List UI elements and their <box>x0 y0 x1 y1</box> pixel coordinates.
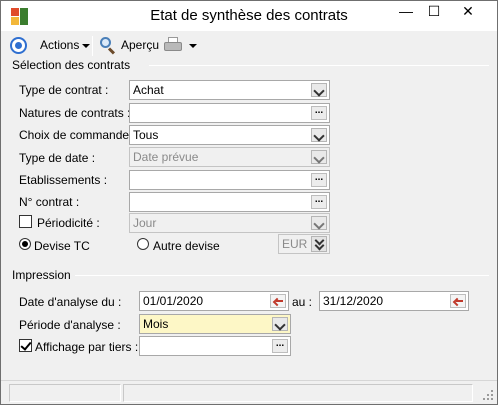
ellipsis-icon[interactable]: ... <box>311 195 327 209</box>
numero-contrat-field[interactable]: ... <box>129 192 330 212</box>
type-contrat-label: Type de contrat : <box>19 83 109 97</box>
report-window: Etat de synthèse des contrats — ☐ ✕ Acti… <box>0 0 498 405</box>
currency-value: EUR <box>282 237 308 251</box>
maximize-button[interactable]: ☐ <box>419 1 449 23</box>
type-date-label: Type de date : <box>19 151 96 165</box>
chevron-down-icon[interactable] <box>272 317 288 331</box>
chevron-down-icon <box>189 43 197 48</box>
printer-icon[interactable] <box>164 37 182 53</box>
type-date-value: Date prévue <box>133 150 199 164</box>
toolbar-separator <box>92 36 93 56</box>
ellipsis-icon[interactable]: ... <box>272 339 288 353</box>
periodicite-checkbox[interactable] <box>19 215 32 228</box>
periode-analyse-select[interactable]: Mois <box>139 314 291 334</box>
print-menu-dropdown[interactable] <box>186 38 197 52</box>
status-bar <box>1 380 497 404</box>
minimize-button[interactable]: — <box>391 1 421 23</box>
calendar-picker-icon[interactable] <box>270 294 286 308</box>
etablissements-label: Etablissements : <box>19 173 108 187</box>
date-from-value: 01/01/2020 <box>143 294 204 308</box>
periodicite-label: Périodicité : <box>37 216 100 230</box>
status-cell <box>9 384 121 402</box>
chevron-down-icon[interactable] <box>311 150 327 164</box>
autre-devise-label: Autre devise <box>153 239 220 253</box>
chevron-down-icon[interactable] <box>311 128 327 142</box>
choix-commande-select[interactable]: Tous <box>129 125 330 145</box>
choix-commande-value: Tous <box>133 128 159 142</box>
affichage-tiers-checkbox[interactable] <box>19 339 32 352</box>
date-to-label: au : <box>292 295 313 309</box>
autre-devise-radio[interactable] <box>137 238 149 250</box>
periode-analyse-label: Période d'analyse : <box>19 318 121 332</box>
magnifier-icon[interactable] <box>100 37 116 55</box>
etablissements-field[interactable]: ... <box>129 170 330 190</box>
status-cell <box>123 384 473 402</box>
type-date-select[interactable]: Date prévue <box>129 147 330 167</box>
section-divider <box>75 275 489 276</box>
actions-menu[interactable]: Actions <box>40 38 91 52</box>
numero-contrat-label: N° contrat : <box>19 195 80 209</box>
date-to-field[interactable]: 31/12/2020 <box>319 291 469 311</box>
type-contrat-select[interactable]: Achat <box>129 80 330 100</box>
selection-section-label: Sélection des contrats <box>12 58 131 72</box>
ellipsis-icon[interactable]: ... <box>311 106 327 120</box>
section-divider <box>149 65 489 66</box>
resize-grip-icon[interactable] <box>482 389 494 401</box>
toolbar: Actions Aperçu <box>1 31 497 59</box>
close-button[interactable]: ✕ <box>453 1 483 23</box>
periode-analyse-value: Mois <box>143 317 169 331</box>
chevron-down-icon[interactable] <box>311 216 327 230</box>
chevron-down-icon <box>82 43 91 48</box>
date-to-value: 31/12/2020 <box>323 294 384 308</box>
target-icon[interactable] <box>10 37 27 54</box>
preview-button[interactable]: Aperçu <box>121 38 159 52</box>
date-from-field[interactable]: 01/01/2020 <box>139 291 289 311</box>
affichage-tiers-label: Affichage par tiers : <box>35 340 139 354</box>
chevron-down-icon[interactable] <box>311 83 327 97</box>
currency-select[interactable]: EUR <box>278 234 330 254</box>
type-contrat-value: Achat <box>133 83 164 97</box>
choix-commande-label: Choix de commande : <box>19 128 136 142</box>
devise-tc-label: Devise TC <box>34 239 90 253</box>
affichage-tiers-field[interactable]: ... <box>139 336 291 356</box>
ellipsis-icon[interactable]: ... <box>311 173 327 187</box>
periodicite-select[interactable]: Jour <box>129 213 330 233</box>
double-chevron-down-icon[interactable] <box>311 236 327 252</box>
date-analyse-label: Date d'analyse du : <box>19 295 122 309</box>
periodicite-value: Jour <box>133 216 157 230</box>
natures-field[interactable]: ... <box>129 103 330 123</box>
natures-label: Natures de contrats : <box>19 106 131 120</box>
actions-menu-label: Actions <box>40 38 80 52</box>
devise-tc-radio[interactable] <box>19 238 31 250</box>
calendar-picker-icon[interactable] <box>450 294 466 308</box>
impression-section-label: Impression <box>12 268 71 282</box>
title-bar: Etat de synthèse des contrats — ☐ ✕ <box>1 1 497 31</box>
